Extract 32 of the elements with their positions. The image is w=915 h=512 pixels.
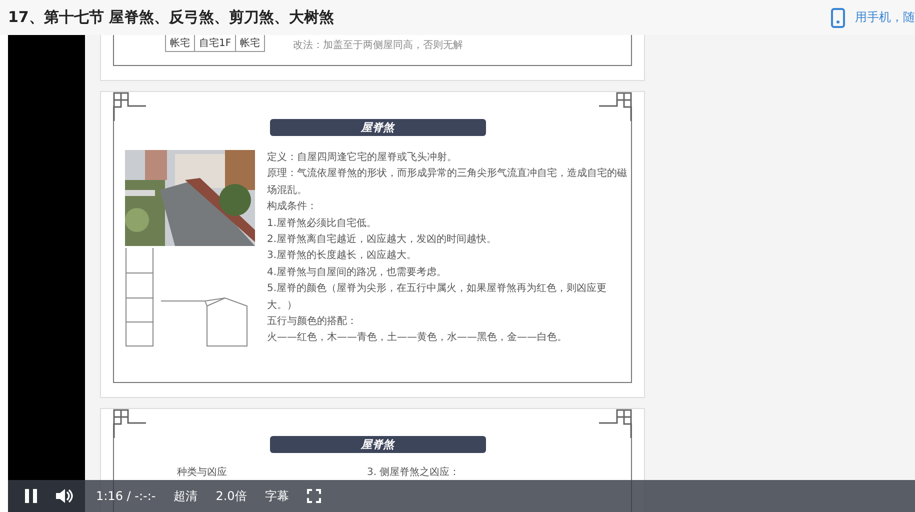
text-line: 火——红色，木——青色，土——黄色，水——黑色，金——白色。 bbox=[267, 330, 568, 346]
text-line: 2.屋脊煞离自宅越近，凶应越大，发凶的时间越快。 bbox=[267, 232, 498, 248]
subtitles-button[interactable]: 字幕 bbox=[264, 488, 289, 504]
table-cell-text: 帐宅 bbox=[169, 36, 191, 51]
text-line: 5.屋脊的颜色（屋脊为尖形，在五行中属火，如果屋脊煞再为红色，则凶应更大。） bbox=[267, 282, 608, 313]
text-line: 1.屋脊煞必须比自宅低。 bbox=[267, 216, 378, 231]
text-line: 4.屋脊煞与自屋间的路况，也需要考虑。 bbox=[267, 266, 448, 280]
text-line: 构成条件： bbox=[267, 200, 318, 214]
text-line: 3. 侧屋脊煞之凶应： bbox=[367, 466, 460, 479]
text-line: 3.屋脊煞的长度越长，凶应越大。 bbox=[267, 248, 418, 264]
phone-icon bbox=[831, 8, 845, 28]
speed-button[interactable]: 2.0倍 bbox=[216, 488, 247, 504]
corner-ornament-icon bbox=[598, 409, 632, 439]
corner-ornament-icon bbox=[598, 92, 632, 122]
text-line: 定义：自屋四周逢它宅的屋脊或飞头冲射。 bbox=[267, 150, 458, 165]
remedy-text: 改法：加盖至于两侧屋同高，否则无解 bbox=[293, 38, 464, 52]
text-line: 原理：气流依屋脊煞的形状，而形成异常的三角尖形气流直冲自宅，造成自宅的磁场混乱。 bbox=[267, 166, 628, 198]
playback-time: 1:16 / -:-:- bbox=[96, 489, 156, 503]
fullscreen-button[interactable] bbox=[306, 489, 321, 503]
corner-ornament-icon bbox=[113, 92, 147, 122]
text-line: 五行与颜色的搭配： bbox=[267, 314, 358, 330]
volume-button[interactable] bbox=[56, 488, 74, 504]
pause-button[interactable] bbox=[24, 489, 38, 503]
table-cell: 自宅1F bbox=[194, 35, 236, 51]
corner-ornament-icon bbox=[113, 409, 147, 439]
section-banner: 屋脊煞 bbox=[270, 436, 486, 453]
section-banner: 屋脊煞 bbox=[270, 119, 486, 136]
mobile-link[interactable]: 用手机，随 bbox=[831, 8, 915, 28]
video-title: 17、第十七节 屋脊煞、反弓煞、剪刀煞、大树煞 bbox=[8, 8, 334, 27]
text-line: 种类与凶应 bbox=[177, 466, 227, 479]
table-cell: 帐宅 bbox=[235, 35, 264, 51]
quality-button[interactable]: 超清 bbox=[174, 488, 198, 504]
